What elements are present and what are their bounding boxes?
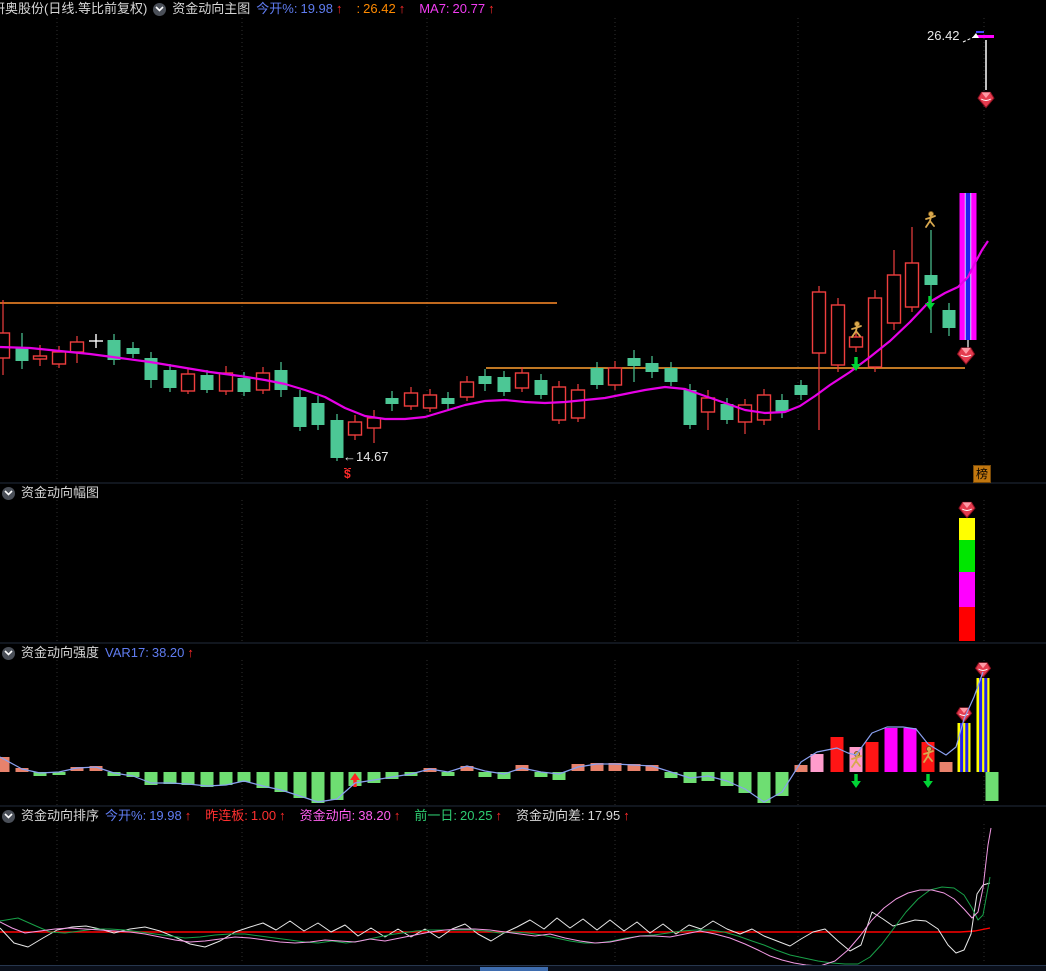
series-violet xyxy=(0,828,991,966)
up-arrow-glyph: ↑ xyxy=(623,808,630,824)
metric-value: 1.00 xyxy=(251,808,276,824)
metric-label: 资金动向: xyxy=(300,808,356,824)
metric-label: : xyxy=(357,1,361,17)
up-arrow-glyph: ↑ xyxy=(279,808,286,824)
panel4-metrics: 今开%:19.98↑昨连板:1.00↑资金动向:38.20↑前一日:20.25↑… xyxy=(105,808,630,824)
up-arrow-glyph: ↑ xyxy=(394,808,401,824)
chevron-down-icon[interactable] xyxy=(153,3,166,16)
panel2-title: 资金动向幅图 xyxy=(21,485,99,501)
panel4-title: 资金动向排序 xyxy=(21,808,99,824)
chart-canvas[interactable] xyxy=(0,0,1046,970)
panel3-title: 资金动向强度 xyxy=(21,645,99,661)
up-arrow-glyph: ↑ xyxy=(488,1,495,17)
metric-label: 资金动向差: xyxy=(516,808,585,824)
metric-1: :26.42↑ xyxy=(357,1,406,17)
horizontal-scrollbar-track[interactable] xyxy=(0,965,1046,971)
metric-2: 资金动向:38.20↑ xyxy=(300,808,401,824)
chevron-down-icon[interactable] xyxy=(2,647,15,660)
candles-layer xyxy=(0,193,977,461)
var17-label: VAR17: xyxy=(105,645,149,661)
metric-0: 今开%:19.98↑ xyxy=(256,1,342,17)
metric-0: 今开%:19.98↑ xyxy=(105,808,191,824)
main-header: 研奥股份(日线.等比前复权) 资金动向主图 今开%:19.98↑:26.42↑M… xyxy=(0,1,495,17)
series-green xyxy=(0,877,990,964)
metric-1: 昨连板:1.00↑ xyxy=(205,808,285,824)
metric-value: 17.95 xyxy=(588,808,621,824)
main-indicator-metrics: 今开%:19.98↑:26.42↑MA7:20.77↑ xyxy=(256,1,494,17)
metric-value: 19.98 xyxy=(300,1,333,17)
metric-label: 今开%: xyxy=(105,808,146,824)
up-arrow-glyph: ↑ xyxy=(187,645,194,661)
metric-label: 前一日: xyxy=(414,808,457,824)
panel4-lines xyxy=(0,828,991,966)
metric-3: 前一日:20.25↑ xyxy=(414,808,502,824)
metric-value: 38.20 xyxy=(358,808,391,824)
panel4-header: 资金动向排序 今开%:19.98↑昨连板:1.00↑资金动向:38.20↑前一日… xyxy=(0,808,630,824)
low-price-label: ←14.67 xyxy=(343,449,389,464)
trading-terminal: 研奥股份(日线.等比前复权) 资金动向主图 今开%:19.98↑:26.42↑M… xyxy=(0,0,1046,970)
horizontal-scrollbar-thumb[interactable] xyxy=(480,967,548,971)
metric-label: 今开%: xyxy=(256,1,297,17)
panel3-header: 资金动向强度 VAR17: 38.20 ↑ xyxy=(0,645,194,661)
up-arrow-glyph: ↑ xyxy=(496,808,503,824)
panel2-header: 资金动向幅图 xyxy=(0,485,99,501)
metric-4: 资金动向差:17.95↑ xyxy=(516,808,630,824)
metric-value: 20.25 xyxy=(460,808,493,824)
rank-badge[interactable]: 榜 xyxy=(973,465,991,483)
var17-value: 38.20 xyxy=(152,645,185,661)
main-indicator-title: 资金动向主图 xyxy=(172,1,250,17)
up-arrow-glyph: ↑ xyxy=(185,808,192,824)
metric-label: MA7: xyxy=(419,1,449,17)
metric-label: 昨连板: xyxy=(205,808,248,824)
chevron-down-icon[interactable] xyxy=(2,810,15,823)
current-price-label: 26.42 xyxy=(927,28,960,43)
up-arrow-glyph: ↑ xyxy=(336,1,343,17)
chevron-down-icon[interactable] xyxy=(2,487,15,500)
panel2-stack-bar xyxy=(959,502,975,641)
metric-2: MA7:20.77↑ xyxy=(419,1,494,17)
metric-value: 19.98 xyxy=(149,808,182,824)
metric-value: 20.77 xyxy=(453,1,486,17)
var17-metric: VAR17: 38.20 ↑ xyxy=(105,645,194,661)
up-arrow-glyph: ↑ xyxy=(399,1,406,17)
series-baseline xyxy=(0,928,990,932)
series-white xyxy=(0,883,990,953)
sell-signal-marker: $ xyxy=(344,468,351,480)
metric-value: 26.42 xyxy=(363,1,396,17)
stock-title: 研奥股份(日线.等比前复权) xyxy=(0,1,147,17)
